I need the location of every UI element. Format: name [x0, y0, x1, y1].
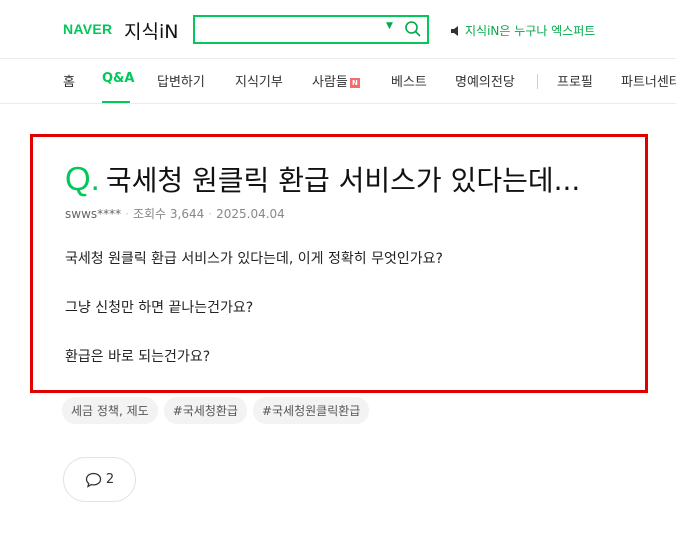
main-nav: 홈 Q&A 답변하기 지식기부 사람들 N 베스트 명예의전당 프로필 파트너센터: [0, 58, 676, 104]
naver-logo[interactable]: NAVER: [63, 21, 112, 37]
nav-people-label: 사람들: [312, 75, 348, 90]
nav-divider: [537, 74, 538, 89]
nav-answer[interactable]: 답변하기: [157, 71, 205, 90]
comment-button[interactable]: 2: [63, 457, 136, 502]
nav-profile[interactable]: 프로필: [557, 71, 593, 90]
nav-home[interactable]: 홈: [63, 71, 75, 90]
search-box: ▼: [193, 15, 429, 44]
question-body-line: 국세청 원클릭 환급 서비스가 있다는데, 이게 정확히 무엇인가요?: [65, 251, 443, 267]
post-date: 2025.04.04: [216, 207, 285, 221]
nav-active-indicator: [102, 101, 130, 103]
nav-donate[interactable]: 지식기부: [235, 71, 283, 90]
header: NAVER 지식iN ▼ 지식iN은 누구나 엑스퍼트: [0, 0, 676, 58]
question-highlight-box: Q. 국세청 원클릭 환급 서비스가 있다는데... swws**** · 조회수 …: [30, 134, 648, 393]
question-meta: swws**** · 조회수 3,644 · 2025.04.04: [65, 205, 285, 222]
comment-icon: [85, 472, 102, 488]
question-mark: Q.: [65, 160, 100, 197]
question-title: Q. 국세청 원클릭 환급 서비스가 있다는데...: [65, 159, 580, 199]
slogan-text: 지식iN은 누구나 엑스퍼트: [465, 24, 596, 38]
nav-partner-center[interactable]: 파트너센터: [621, 71, 676, 90]
nav-hall-of-fame[interactable]: 명예의전당: [455, 71, 515, 90]
slogan-link[interactable]: 지식iN은 누구나 엑스퍼트: [450, 22, 595, 39]
search-dropdown-icon[interactable]: ▼: [386, 21, 393, 31]
question-body: 국세청 원클릭 환급 서비스가 있다는데, 이게 정확히 무엇인가요? 그냥 신…: [65, 251, 443, 398]
search-input[interactable]: [199, 19, 379, 40]
tag-list: 세금 정책, 제도 #국세청환급 #국세청원클릭환급: [62, 397, 370, 424]
tag-item[interactable]: #국세청환급: [163, 397, 247, 424]
new-badge: N: [349, 77, 360, 88]
meta-separator: ·: [208, 207, 213, 221]
comment-count: 2: [105, 472, 115, 487]
question-body-line: 환급은 바로 되는건가요?: [65, 349, 211, 365]
speaker-icon: [451, 25, 458, 36]
view-count: 조회수 3,644: [132, 207, 205, 221]
question-title-text: 국세청 원클릭 환급 서비스가 있다는데...: [105, 164, 581, 197]
tag-category[interactable]: 세금 정책, 제도: [62, 397, 158, 424]
nav-qna[interactable]: Q&A: [102, 71, 134, 86]
question-body-line: 그냥 신청만 하면 끝나는건가요?: [65, 300, 254, 316]
nav-people[interactable]: 사람들 N: [312, 71, 360, 90]
author-id[interactable]: swws****: [65, 207, 121, 221]
search-icon[interactable]: [403, 19, 423, 39]
nav-best[interactable]: 베스트: [391, 71, 427, 90]
jisikin-logo[interactable]: 지식iN: [124, 17, 178, 44]
meta-separator: ·: [125, 207, 129, 221]
tag-item[interactable]: #국세청원클릭환급: [252, 397, 370, 424]
